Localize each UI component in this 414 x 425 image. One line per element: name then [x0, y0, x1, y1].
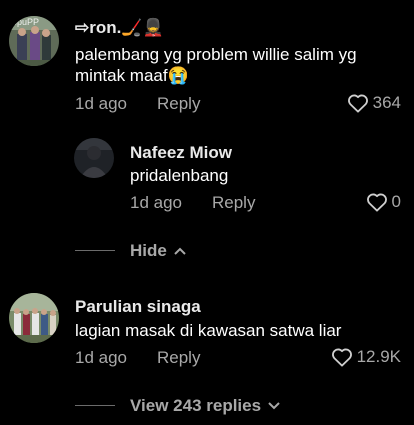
- like-count: 0: [391, 192, 401, 211]
- heart-icon: [347, 93, 369, 113]
- comment-text: mintak maaf😭: [75, 66, 189, 85]
- reply-button[interactable]: Reply: [157, 94, 200, 114]
- like-button[interactable]: 364: [347, 93, 401, 113]
- view-replies-button[interactable]: View 243 replies: [130, 396, 281, 416]
- like-count: 364: [372, 93, 401, 112]
- comment-text: palembang yg problem willie salim yg: [75, 45, 357, 64]
- comment-time: 1d ago: [130, 193, 182, 212]
- chevron-down-icon: [267, 396, 281, 416]
- comment-time: 1d ago: [75, 348, 127, 367]
- divider: [75, 250, 115, 251]
- avatar-overlay-text: opuPP: [12, 17, 40, 27]
- hide-replies-button[interactable]: Hide: [130, 241, 187, 261]
- comment-username[interactable]: Parulian sinaga: [75, 297, 201, 317]
- hide-label: Hide: [130, 241, 167, 260]
- avatar[interactable]: [9, 293, 59, 343]
- like-button[interactable]: 0: [366, 192, 401, 212]
- like-count: 12.9K: [356, 347, 401, 366]
- comment-text: lagian masak di kawasan satwa liar: [75, 321, 342, 340]
- avatar[interactable]: [74, 138, 114, 178]
- reply-button[interactable]: Reply: [212, 193, 255, 213]
- chevron-up-icon: [173, 241, 187, 261]
- divider: [75, 405, 115, 406]
- comment-time: 1d ago: [75, 94, 127, 113]
- heart-icon: [331, 347, 353, 367]
- comment-username[interactable]: Nafeez Miow: [130, 143, 232, 163]
- comment-text: pridalenbang: [130, 166, 229, 185]
- heart-icon: [366, 192, 388, 212]
- like-button[interactable]: 12.9K: [331, 347, 401, 367]
- comment-username[interactable]: ⇨ron.🏒💂: [75, 18, 164, 38]
- view-replies-label: View 243 replies: [130, 396, 262, 415]
- reply-button[interactable]: Reply: [157, 348, 200, 368]
- avatar[interactable]: opuPP: [9, 16, 59, 66]
